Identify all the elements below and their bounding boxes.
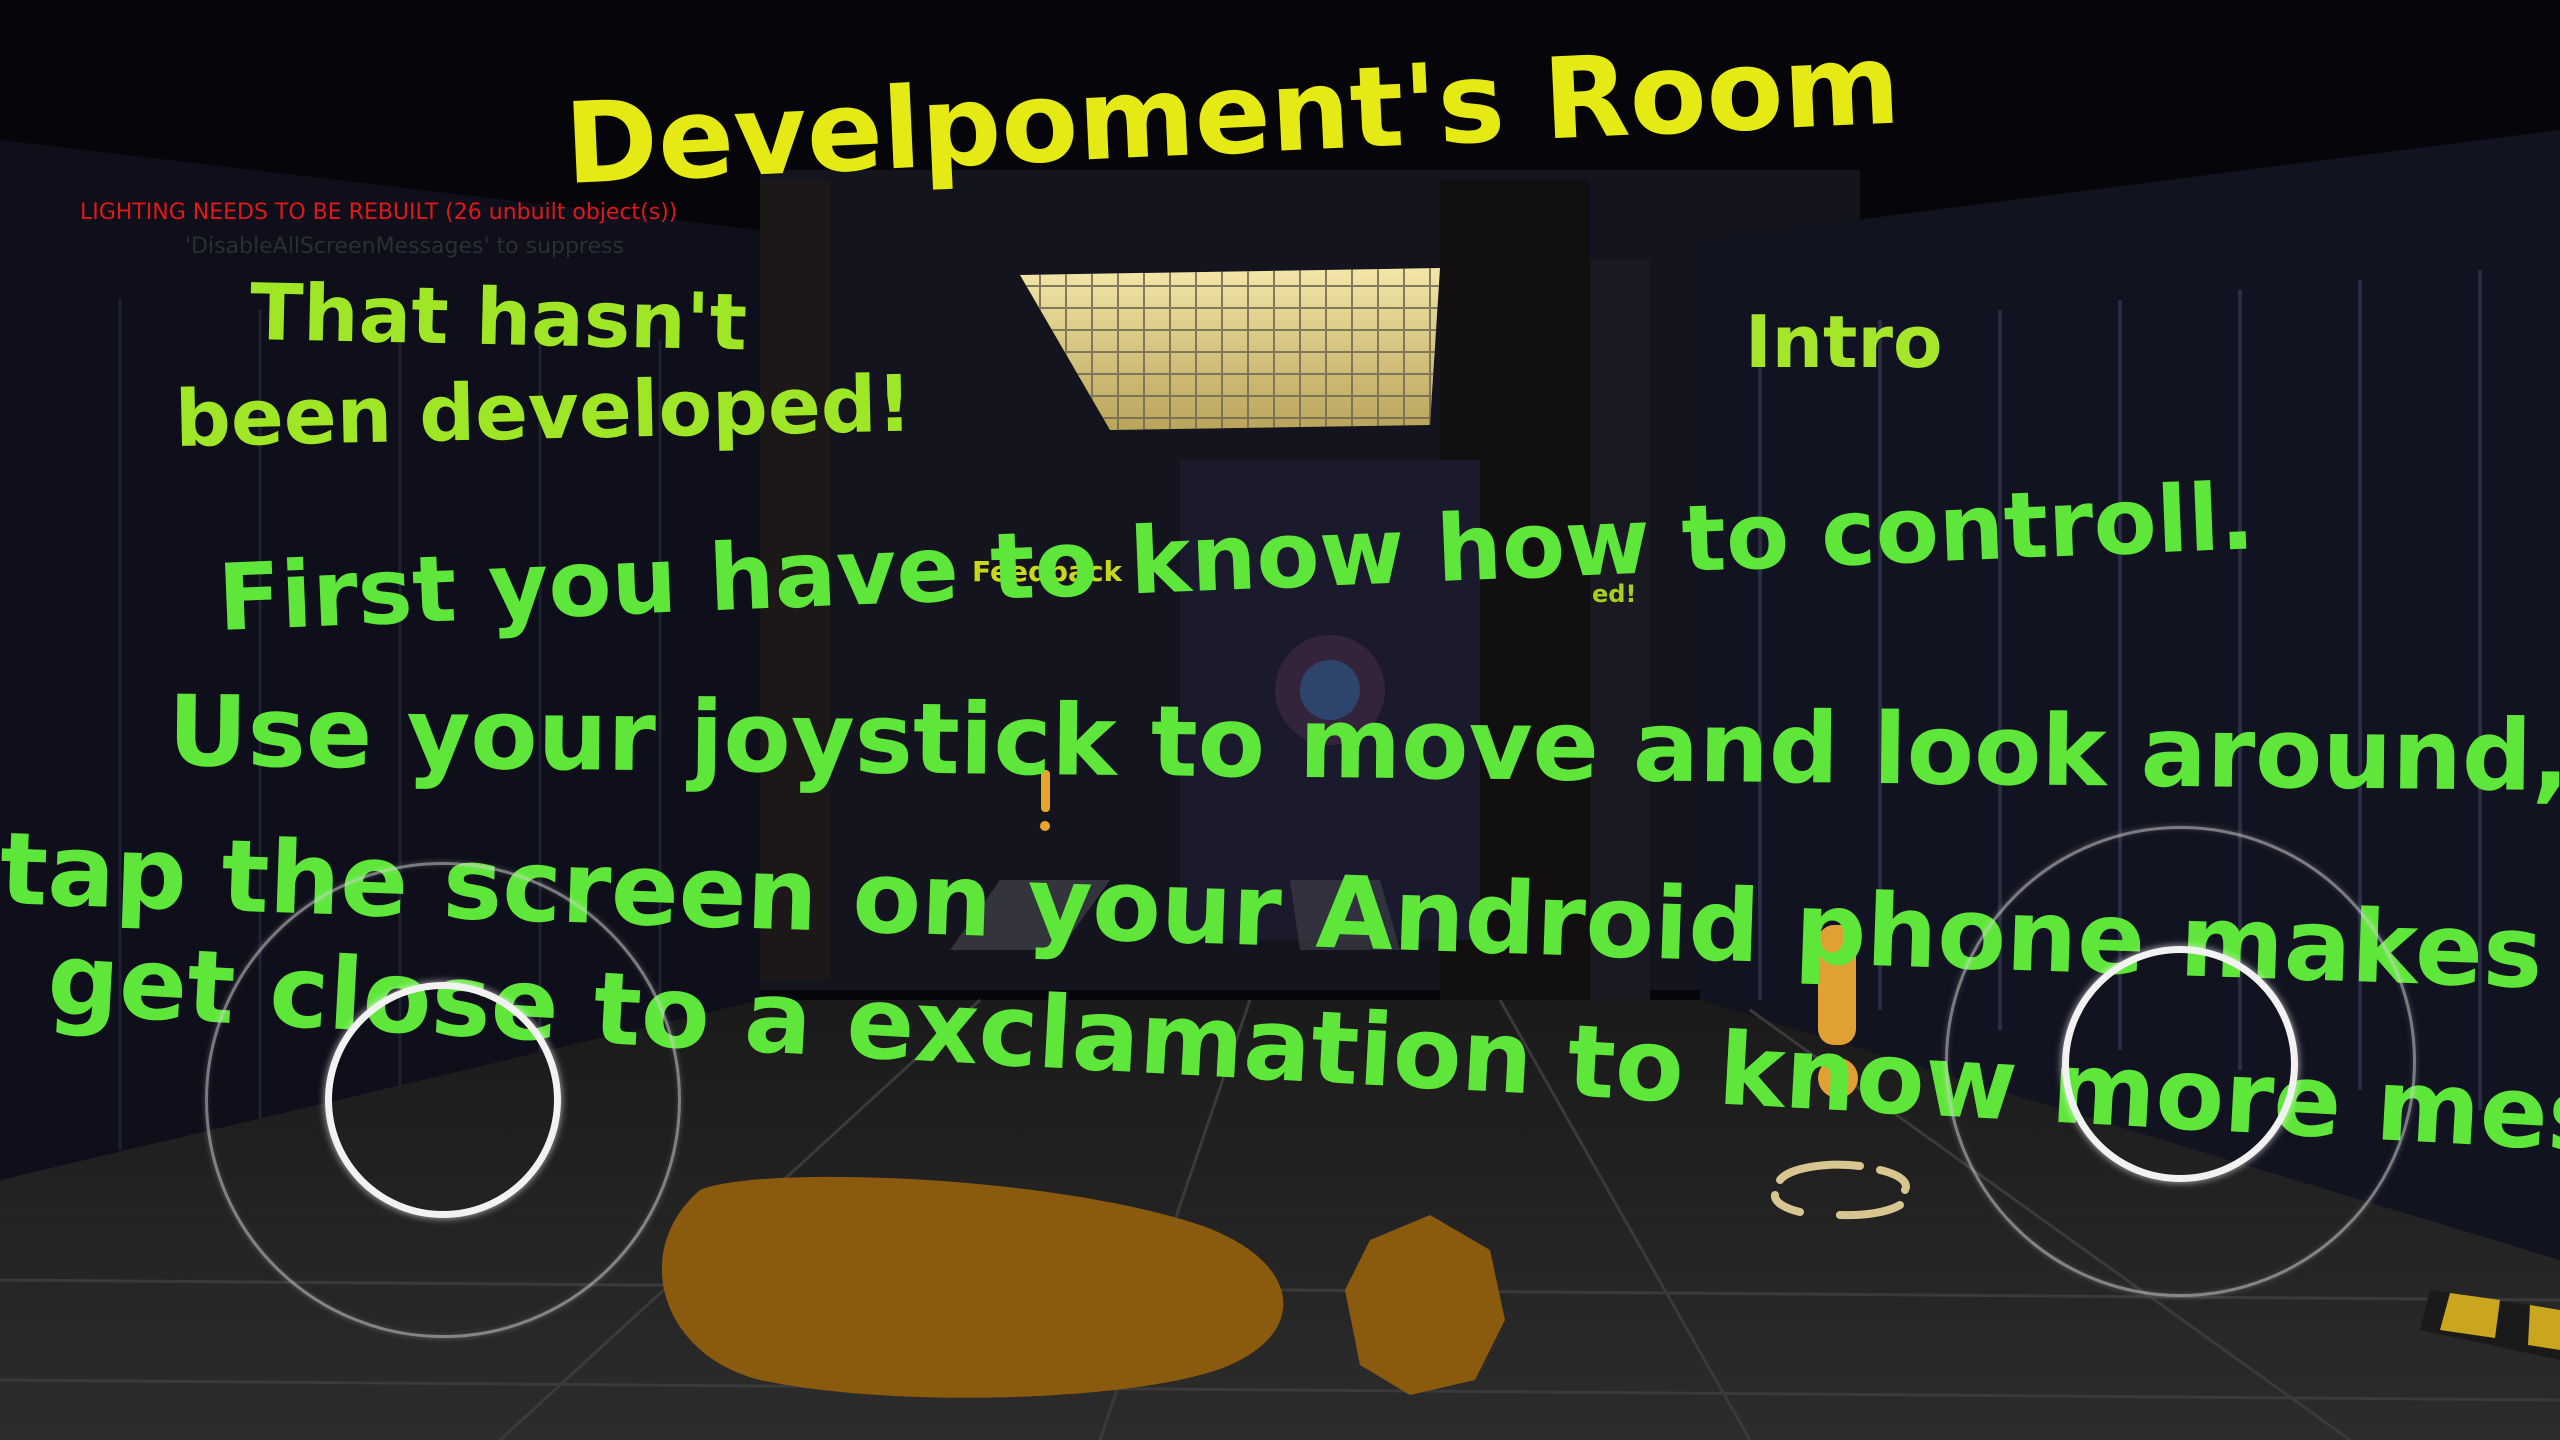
look-joystick-thumb[interactable] <box>2062 946 2298 1182</box>
game-viewport[interactable]: Develpoment's Room That hasn't been deve… <box>0 0 2560 1440</box>
undeveloped-sign-line-2: been developed! <box>174 359 914 465</box>
suppress-messages-hint: 'DisableAllScreenMessages' to suppress <box>185 234 624 259</box>
undeveloped-sign-line-1: That hasn't <box>249 268 748 369</box>
move-joystick-thumb[interactable] <box>325 982 561 1218</box>
intro-sign: Intro <box>1745 300 1943 384</box>
lighting-rebuild-warning: LIGHTING NEEDS TO BE REBUILT (26 unbuilt… <box>80 200 678 225</box>
